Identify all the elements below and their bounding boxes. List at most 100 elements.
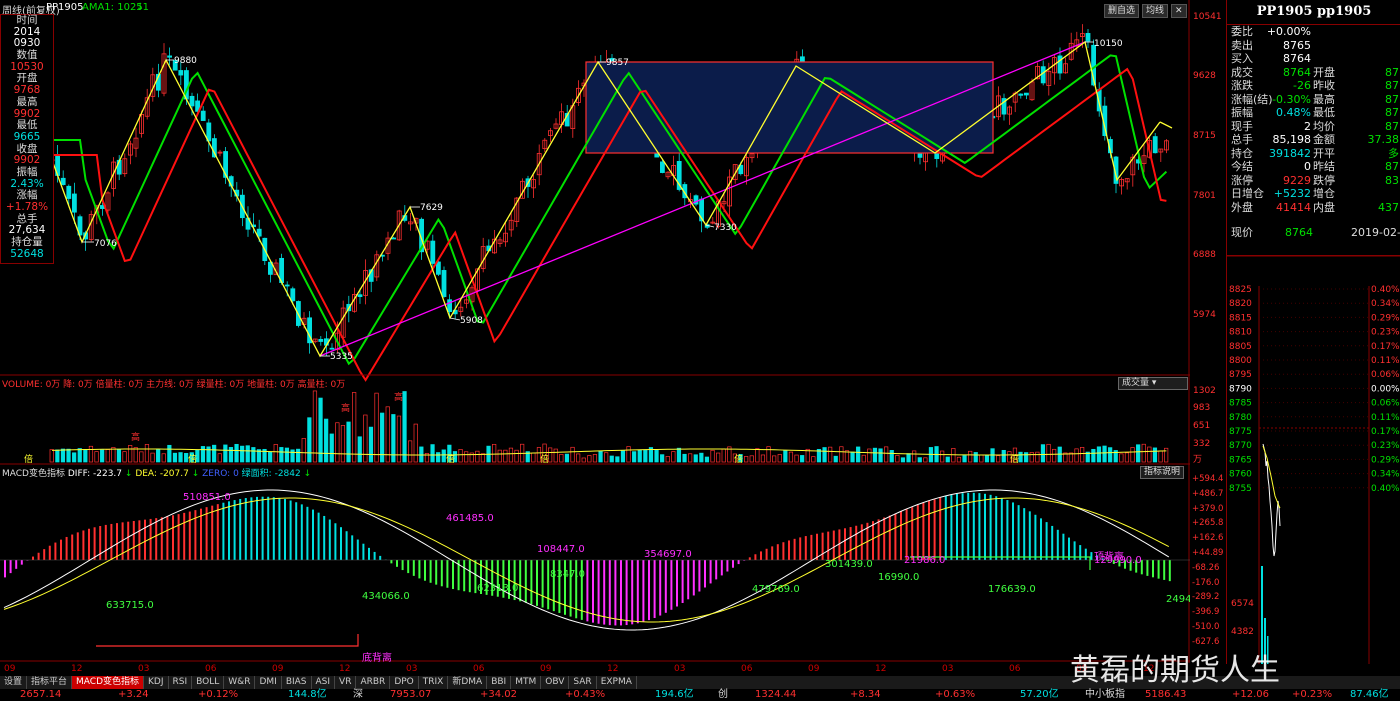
quote-value: 85,198	[1272, 133, 1312, 146]
tab-14[interactable]: 新DMA	[448, 676, 488, 689]
quote-panel: PP1905 pp1905 委比 +0.00% 卖出 8765 买入 8764 成交 8764…	[1226, 0, 1400, 255]
macd-bar	[418, 560, 421, 579]
volume-indicator-select[interactable]: 成交量 ▾	[1118, 377, 1188, 390]
quote-label: 持仓	[1231, 146, 1253, 160]
tab-17[interactable]: OBV	[541, 676, 570, 689]
macd-bar	[760, 551, 762, 560]
volume-bar	[710, 449, 715, 463]
volume-bar	[643, 449, 648, 463]
candle-body	[357, 294, 363, 297]
kline-chart[interactable]: 9880 7076 5335 7629 5908 9857 7330 10150…	[0, 0, 1190, 663]
tab-4[interactable]: RSI	[169, 676, 193, 689]
macd-bar	[1163, 560, 1166, 580]
macd-bar	[295, 502, 298, 560]
quote-label: 日增仓	[1231, 187, 1264, 200]
macd-bar	[446, 560, 449, 588]
volume-tick: 1302	[1193, 386, 1216, 396]
volume-bar	[206, 446, 211, 463]
macd-area-label: 176639.0	[988, 584, 1036, 595]
volume-bar	[850, 451, 855, 463]
macd-tick: -289.2	[1192, 592, 1220, 603]
time-tick: 09	[540, 664, 552, 674]
candle-body	[167, 55, 173, 58]
tab-11[interactable]: ARBR	[356, 676, 391, 689]
tick-price-label: 8775	[1229, 427, 1252, 437]
time-tick: 09	[272, 664, 284, 674]
tick-price-label: 8770	[1229, 441, 1252, 451]
tab-19[interactable]: EXPMA	[597, 676, 637, 689]
tab-12[interactable]: DPO	[390, 676, 419, 689]
tick-price-label: 8800	[1229, 356, 1252, 366]
quote-value-2: 87	[1385, 106, 1399, 119]
candle-body	[435, 261, 441, 275]
status-value: +12.06	[1232, 689, 1270, 700]
tab-6[interactable]: W&R	[224, 676, 256, 689]
macd-bar	[71, 534, 74, 560]
quote-row: 持仓 391842 开平 多	[1227, 147, 1400, 161]
volume-marker: 高	[131, 431, 140, 443]
annotation-7330: 7330	[714, 223, 737, 233]
volume-bar	[105, 449, 110, 463]
quote-now-row: 现价 8764 2019-02-12	[1227, 226, 1400, 240]
volume-bar	[587, 455, 592, 463]
tab-5[interactable]: BOLL	[192, 676, 225, 689]
volume-bar	[772, 455, 777, 463]
tab-10[interactable]: VR	[335, 676, 357, 689]
volume-bar	[144, 444, 150, 463]
macd-area-label: 16990.0	[878, 572, 919, 583]
macd-bar	[849, 527, 852, 560]
quote-value: +0.00%	[1266, 25, 1311, 38]
quote-label-2: 增仓	[1313, 187, 1335, 200]
candle-body	[1018, 93, 1024, 96]
tab-13[interactable]: TRIX	[419, 676, 449, 689]
status-value: 深	[353, 689, 363, 700]
tick-price-label: 8790	[1229, 384, 1252, 394]
volume-bar	[475, 450, 480, 463]
macd-bar	[250, 497, 253, 560]
volume-bar	[996, 455, 1001, 463]
macd-bar	[267, 496, 270, 560]
price-tick: 10541	[1193, 12, 1222, 22]
tab-18[interactable]: SAR	[569, 676, 597, 689]
volume-bar	[716, 452, 721, 463]
tab-8[interactable]: BIAS	[282, 676, 312, 689]
candle-body	[66, 185, 72, 199]
macd-bar	[1079, 545, 1082, 560]
macd-bar	[4, 560, 6, 578]
macd-bar	[401, 560, 404, 571]
volume-bar	[301, 438, 306, 463]
annotation-9857: 9857	[606, 58, 629, 68]
macd-bar	[950, 494, 953, 560]
tab-3[interactable]: KDJ	[144, 676, 169, 689]
tick-pct-label: 0.40%	[1371, 484, 1400, 494]
macd-bar	[379, 555, 382, 560]
tab-9[interactable]: ASI	[312, 676, 336, 689]
time-tick: 06	[1009, 664, 1021, 674]
volume-bar	[284, 447, 290, 463]
macd-bar	[765, 548, 768, 560]
intraday-tick-panel[interactable]: 8825 0.40% 8820 0.34% 8815 0.29% 8810 0.23% 8805…	[1226, 255, 1400, 664]
quote-label-2: 最高	[1313, 92, 1335, 106]
tab-16[interactable]: MTM	[511, 676, 542, 689]
tab-15[interactable]: BBI	[487, 676, 512, 689]
indicator-help-button[interactable]: 指标说明	[1140, 466, 1185, 479]
volume-bar	[503, 449, 508, 463]
macd-bar	[1062, 533, 1065, 560]
quote-label: 总手	[1231, 133, 1253, 146]
tab-1[interactable]: 指标平台	[27, 676, 73, 689]
tick-price-label: 8785	[1229, 399, 1252, 409]
macd-area-label: 510851.0	[183, 492, 231, 503]
status-value: 2657.14	[20, 689, 62, 700]
quote-label: 外盘	[1231, 200, 1253, 214]
macd-bar	[933, 499, 936, 560]
macd-bar	[715, 560, 718, 580]
macd-bar	[239, 498, 242, 560]
status-value: +0.63%	[935, 689, 976, 700]
quote-value-2: 87	[1385, 92, 1399, 106]
tab-7[interactable]: DMI	[255, 676, 282, 689]
macd-bar	[872, 521, 874, 560]
tab-0[interactable]: 设置	[0, 676, 28, 689]
quote-row: 涨幅(结) -0.30% 最高 87	[1227, 93, 1400, 107]
macd-area-label: 62313.0	[477, 583, 518, 594]
tab-2[interactable]: MACD变色指标	[72, 676, 145, 689]
